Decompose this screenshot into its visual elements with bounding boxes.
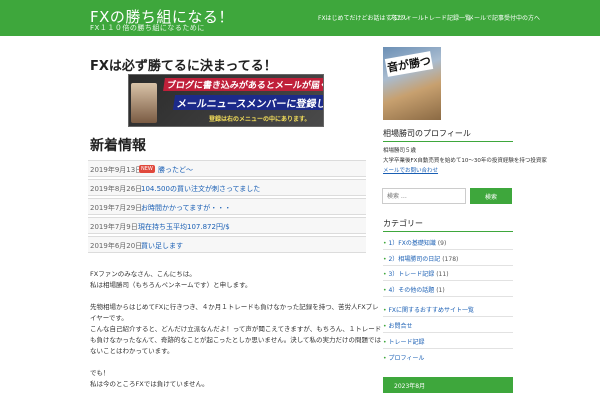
category-count: (9) bbox=[437, 240, 447, 247]
category-divider bbox=[383, 231, 513, 232]
news-item: 2019年7月29日 お時間かかってますが・・・ bbox=[88, 198, 366, 215]
nav-item-profile[interactable]: プロフィール bbox=[388, 13, 424, 22]
category-label: 2）相場勝司の日記 bbox=[388, 256, 441, 263]
bullet-icon: • bbox=[383, 323, 387, 330]
profile-line: 大学卒業後FX自動売買を始めて10～30年の投資経験を持つ投資家 bbox=[383, 158, 547, 164]
body-line: 私は相場勝司（もちろんペンネームです）と申します。 bbox=[90, 281, 252, 289]
body-line: こんな自己紹介すると、どんだけ立派なんだよ！って声が聞こえてきますが、もちろん、… bbox=[90, 325, 382, 333]
body-line: も負けなかったなんて、奇跡的なことが起こったとしか思いません。決して私の実力だけ… bbox=[90, 336, 382, 344]
profile-line: 相場勝司５歳 bbox=[383, 148, 417, 154]
page-link-item[interactable]: • お問合せ bbox=[383, 321, 412, 330]
news-item: 2019年6月20日 買い足します bbox=[88, 236, 366, 253]
bullet-icon: • bbox=[383, 355, 387, 362]
search-input[interactable] bbox=[382, 188, 466, 204]
banner-line-3: 登録は右のメニューの中にあります。 bbox=[209, 116, 311, 123]
mail-news-banner[interactable]: ブログに書き込みがあるとメールが届く! メールニュースメンバーに登録しよう。 登… bbox=[128, 74, 324, 127]
bullet-icon: • bbox=[383, 339, 387, 346]
page-link: お問合せ bbox=[388, 323, 413, 330]
banner-line-1: ブログに書き込みがあるとメールが届く! bbox=[163, 78, 323, 91]
body-line: 先物相場からはじめてFXに行きつき、４か月１トレードも負けなかった記録を持つ、苦… bbox=[90, 303, 379, 311]
nav-item-trade-log[interactable]: トレード記録一覧 bbox=[423, 13, 471, 22]
news-link[interactable]: 勝ったど～ bbox=[158, 165, 193, 175]
page-link: トレード記録 bbox=[388, 339, 425, 346]
body-line: でも！ bbox=[90, 369, 110, 377]
category-item[interactable]: • 2）相場勝司の日記 (178) bbox=[383, 254, 458, 263]
body-line: FXファンのみなさん、こんにちは。 bbox=[90, 270, 196, 278]
bullet-icon: • bbox=[383, 307, 387, 314]
category-count: (1) bbox=[436, 287, 445, 294]
category-separator bbox=[383, 296, 513, 297]
body-line: 私は今のところFXでは負けていません。 bbox=[90, 380, 209, 388]
category-label: 3）トレード記録 bbox=[388, 271, 435, 278]
banner-photo bbox=[131, 83, 157, 123]
news-date: 2019年7月29日 bbox=[90, 204, 143, 212]
category-label: 1）FXの基礎知識 bbox=[388, 240, 436, 247]
bullet-icon: • bbox=[383, 271, 387, 278]
category-count: (178) bbox=[442, 256, 459, 263]
profile-divider bbox=[383, 141, 513, 142]
category-separator bbox=[383, 265, 513, 266]
link-separator bbox=[383, 332, 513, 333]
news-date: 2019年9月13日 bbox=[90, 166, 143, 174]
category-item[interactable]: • 4）その他の話題 (1) bbox=[383, 285, 445, 294]
page-link: FXに関するおすすめサイト一覧 bbox=[388, 307, 475, 314]
banner-line-2: メールニュースメンバーに登録しよう。 bbox=[172, 95, 323, 110]
page-title: FXは必ず勝てるに決まってる！ bbox=[90, 59, 277, 74]
news-heading: 新着情報 bbox=[90, 138, 146, 154]
page-link-item[interactable]: • プロフィール bbox=[383, 353, 424, 362]
news-date: 2019年7月9日 bbox=[90, 223, 138, 231]
contact-link[interactable]: メールでお問い合わせ bbox=[383, 166, 438, 174]
bullet-icon: • bbox=[383, 240, 387, 247]
page-link-item[interactable]: • FXに関するおすすめサイト一覧 bbox=[383, 305, 474, 314]
news-link[interactable]: 現在持ち玉平均107.872円/$ bbox=[138, 222, 230, 232]
news-link[interactable]: お時間かかってますが・・・ bbox=[141, 203, 231, 213]
category-item[interactable]: • 1）FXの基礎知識 (9) bbox=[383, 238, 446, 247]
nav-item-mail[interactable]: メールで記事受付中の方へ bbox=[468, 13, 540, 22]
news-item: 2019年9月13日 NEW 勝ったど～ bbox=[88, 160, 366, 177]
link-separator bbox=[383, 316, 513, 317]
news-date: 2019年6月20日 bbox=[90, 242, 143, 250]
calendar-month-label: 2023年8月 bbox=[394, 383, 426, 390]
search-button[interactable]: 検索 bbox=[470, 188, 512, 204]
category-label: 4）その他の話題 bbox=[388, 287, 435, 294]
page-link: プロフィール bbox=[388, 355, 425, 362]
body-line: イヤーです。 bbox=[90, 314, 128, 322]
news-link[interactable]: 104.500の買い注文が刺さってました bbox=[141, 184, 260, 194]
category-count: (11) bbox=[436, 271, 449, 278]
category-heading: カテゴリー bbox=[383, 219, 423, 228]
bullet-icon: • bbox=[383, 256, 387, 263]
news-item: 2019年8月26日 104.500の買い注文が刺さってました bbox=[88, 179, 366, 196]
new-badge: NEW bbox=[139, 165, 155, 173]
body-line: ないことはわかっています。 bbox=[90, 347, 174, 355]
bullet-icon: • bbox=[383, 287, 387, 294]
category-separator bbox=[383, 280, 513, 281]
news-item: 2019年7月9日 現在持ち玉平均107.872円/$ bbox=[88, 217, 366, 234]
link-separator bbox=[383, 348, 513, 349]
news-link[interactable]: 買い足します bbox=[141, 241, 183, 251]
main-nav: FXはじめてだけどお話はするかい プロフィール トレード記録一覧 メールで記事受… bbox=[0, 13, 600, 25]
category-separator bbox=[383, 249, 513, 250]
profile-heading: 相場勝司のプロフィール bbox=[383, 129, 471, 138]
profile-image[interactable]: 音が勝つ bbox=[383, 47, 441, 120]
profile-image-caption: 音が勝つ bbox=[384, 51, 434, 77]
news-date: 2019年8月26日 bbox=[90, 185, 143, 193]
page-link-item[interactable]: • トレード記録 bbox=[383, 337, 424, 346]
category-item[interactable]: • 3）トレード記録 (11) bbox=[383, 269, 449, 278]
